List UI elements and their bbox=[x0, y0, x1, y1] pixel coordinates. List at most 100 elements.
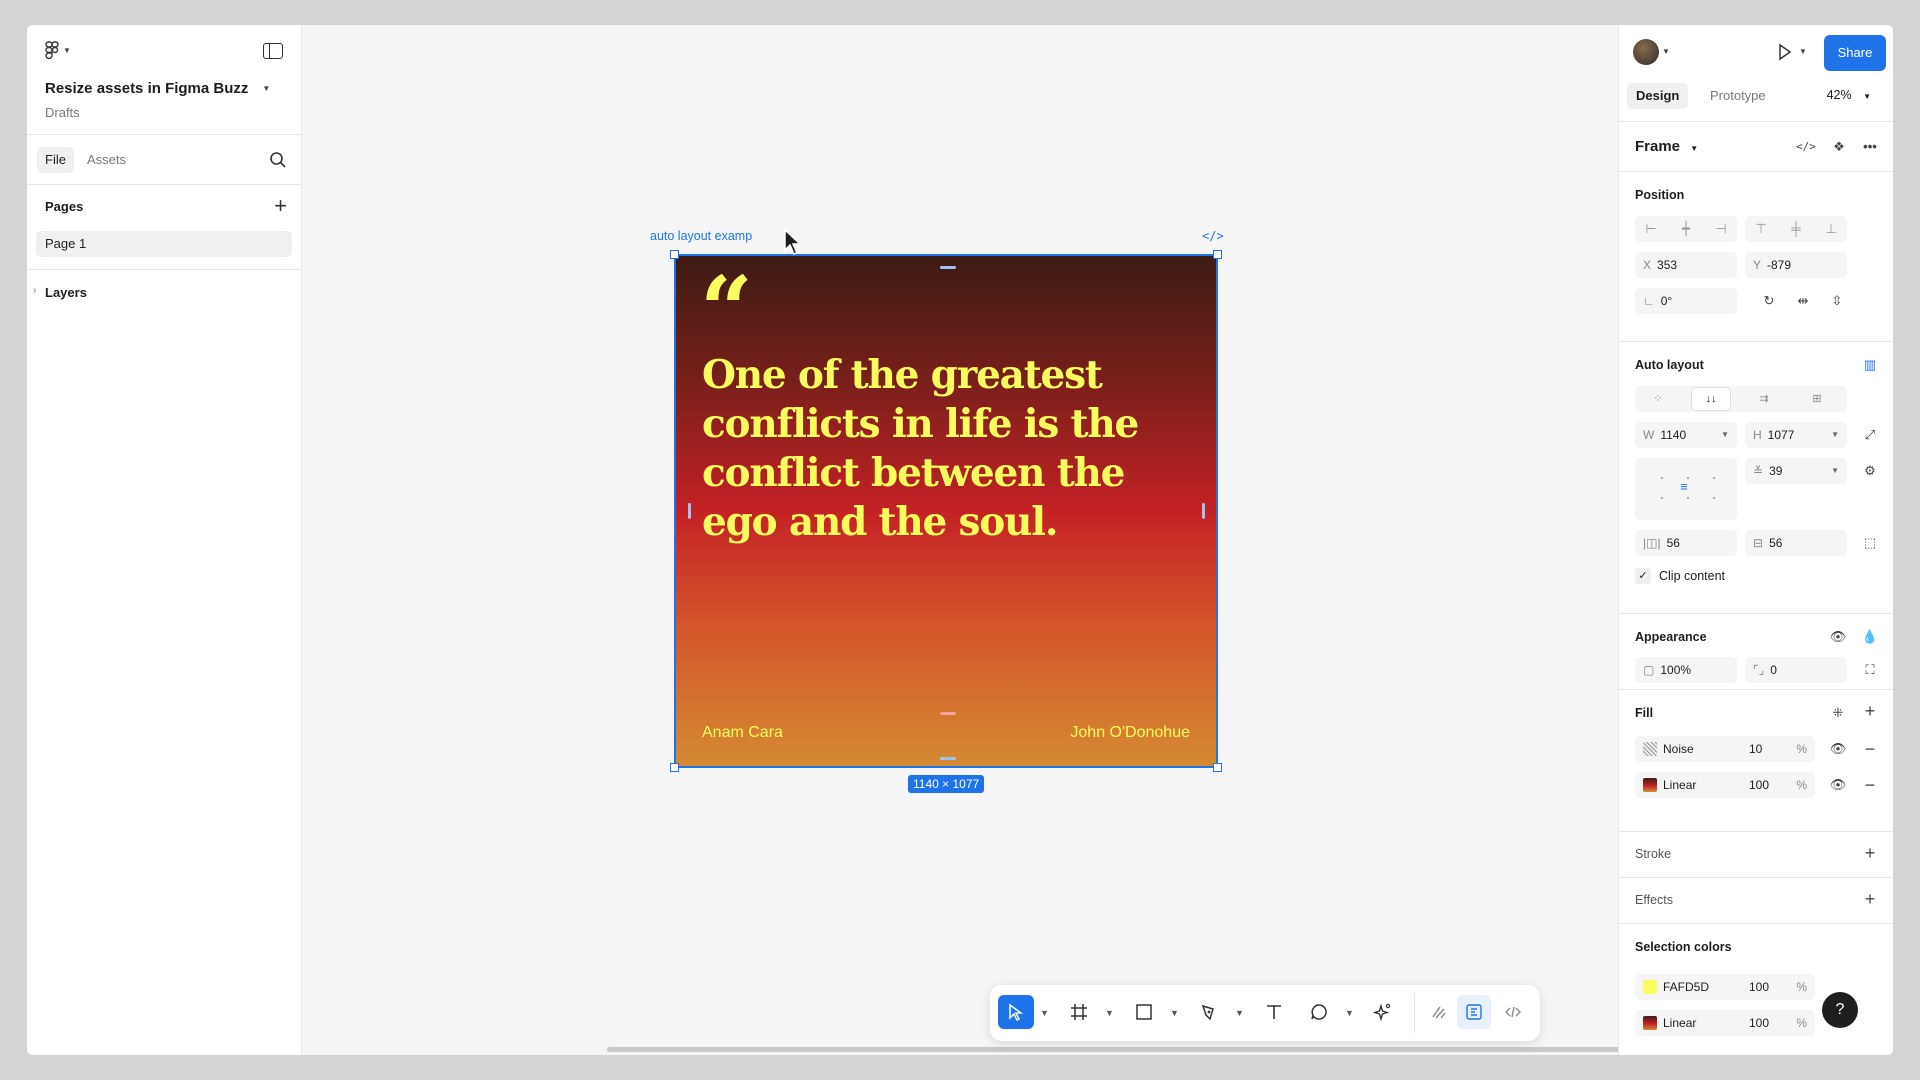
corner-handle-tl[interactable] bbox=[670, 250, 679, 259]
share-button[interactable]: Share bbox=[1824, 35, 1886, 71]
quote-frame[interactable]: “ One of the greatest conflicts in life … bbox=[670, 250, 1222, 772]
flip-horizontal-icon[interactable]: ⇹ bbox=[1793, 291, 1813, 311]
eye-icon[interactable]: 👁 bbox=[1828, 775, 1848, 795]
horizontal-padding-input[interactable]: |◫| 56 bbox=[1635, 530, 1737, 556]
rotation-input[interactable]: ∟ 0° bbox=[1635, 288, 1737, 314]
layers-section[interactable]: › Layers bbox=[27, 269, 301, 309]
flip-vertical-icon[interactable]: ⇳ bbox=[1827, 291, 1847, 311]
align-bottom-icon[interactable]: ⊥ bbox=[1821, 219, 1841, 239]
resize-to-fit-icon[interactable]: ⤢ bbox=[1860, 425, 1880, 445]
add-effect-plus-icon[interactable]: + bbox=[1860, 889, 1880, 909]
search-icon[interactable] bbox=[269, 151, 287, 169]
resize-handle-top[interactable] bbox=[940, 266, 956, 269]
eye-icon[interactable]: 👁 bbox=[1828, 627, 1848, 647]
code-icon[interactable]: </> bbox=[1796, 137, 1816, 157]
chevron-down-icon[interactable]: ▼ bbox=[1040, 1008, 1049, 1018]
styles-grid-icon[interactable]: ⁜ bbox=[1828, 703, 1848, 723]
color-name: Linear bbox=[1663, 1016, 1697, 1030]
height-input[interactable]: H 1077 ▼ bbox=[1745, 422, 1847, 448]
corner-handle-bl[interactable] bbox=[670, 763, 679, 772]
auto-layout-toggle-icon[interactable]: ▥ bbox=[1860, 355, 1880, 375]
resize-handle-left[interactable] bbox=[688, 503, 691, 519]
quote-text[interactable]: One of the greatest conflicts in life is… bbox=[702, 351, 1172, 547]
layout-horizontal-icon[interactable]: ⇉ bbox=[1745, 388, 1783, 410]
width-input[interactable]: W 1140 ▼ bbox=[1635, 422, 1737, 448]
advanced-settings-icon[interactable]: ⚙ bbox=[1860, 461, 1880, 481]
add-fill-plus-icon[interactable]: + bbox=[1860, 701, 1880, 721]
chevron-down-icon[interactable]: ▼ bbox=[1170, 1008, 1179, 1018]
file-location[interactable]: Drafts bbox=[45, 105, 80, 120]
add-page-plus-icon[interactable]: + bbox=[274, 195, 287, 217]
tab-assets[interactable]: Assets bbox=[79, 147, 134, 173]
gap-input[interactable]: ≚ 39 ▼ bbox=[1745, 458, 1847, 484]
fill-noise-row[interactable]: Noise 10 % bbox=[1635, 736, 1815, 762]
corner-handle-tr[interactable] bbox=[1213, 250, 1222, 259]
opacity-input[interactable]: ▢ 100% bbox=[1635, 657, 1737, 683]
align-middle-icon[interactable]: ╪ bbox=[1786, 219, 1806, 239]
more-options-icon[interactable]: ••• bbox=[1860, 137, 1880, 157]
sidebar-toggle-icon[interactable] bbox=[263, 43, 283, 59]
design-mode-button[interactable] bbox=[1457, 995, 1491, 1029]
corner-handle-br[interactable] bbox=[1213, 763, 1222, 772]
tab-file[interactable]: File bbox=[37, 147, 74, 173]
actions-tool-button[interactable] bbox=[1370, 999, 1396, 1025]
individual-padding-icon[interactable]: ⬚ bbox=[1860, 533, 1880, 553]
chevron-down-icon[interactable]: ▼ bbox=[1105, 1008, 1114, 1018]
align-right-icon[interactable]: ⊣ bbox=[1711, 219, 1731, 239]
code-icon[interactable]: </> bbox=[1202, 229, 1224, 243]
help-button[interactable]: ? bbox=[1822, 992, 1858, 1028]
vertical-padding-input[interactable]: ⊟ 56 bbox=[1745, 530, 1847, 556]
blend-mode-icon[interactable]: 💧 bbox=[1860, 627, 1880, 647]
footer-author[interactable]: John O'Donohue bbox=[1070, 724, 1190, 742]
play-icon[interactable] bbox=[1778, 43, 1792, 61]
file-name[interactable]: Resize assets in Figma Buzz ▼ bbox=[45, 80, 270, 97]
draw-mode-button[interactable] bbox=[1426, 999, 1452, 1025]
dev-mode-button[interactable] bbox=[1500, 999, 1526, 1025]
spacing-handle[interactable] bbox=[940, 712, 956, 715]
move-tool-button[interactable] bbox=[998, 995, 1034, 1029]
tab-design[interactable]: Design bbox=[1627, 83, 1689, 109]
rectangle-tool-button[interactable] bbox=[1131, 999, 1157, 1025]
eye-icon[interactable]: 👁 bbox=[1828, 739, 1848, 759]
frame-type-dropdown[interactable]: Frame ▼ bbox=[1635, 138, 1698, 155]
add-stroke-plus-icon[interactable]: + bbox=[1860, 843, 1880, 863]
zoom-dropdown[interactable]: 42% ▼ bbox=[1827, 88, 1871, 102]
tab-prototype[interactable]: Prototype bbox=[1701, 83, 1775, 109]
clip-content-checkbox[interactable]: ✓ Clip content bbox=[1635, 568, 1725, 584]
chevron-down-icon[interactable]: ▼ bbox=[1799, 47, 1807, 56]
layout-freeform-icon[interactable]: ⁘ bbox=[1639, 388, 1677, 410]
align-left-icon[interactable]: ⊢ bbox=[1641, 219, 1661, 239]
alignment-grid[interactable]: ≡ bbox=[1635, 458, 1737, 520]
chevron-down-icon[interactable]: ▼ bbox=[1662, 47, 1670, 56]
resize-handle-bottom[interactable] bbox=[940, 757, 956, 760]
layout-wrap-icon[interactable]: ⊞ bbox=[1798, 388, 1836, 410]
comment-tool-button[interactable] bbox=[1306, 999, 1332, 1025]
layout-vertical-icon[interactable]: ↓↓ bbox=[1692, 388, 1730, 410]
user-avatar[interactable] bbox=[1633, 39, 1659, 65]
remove-fill-minus-icon[interactable]: − bbox=[1860, 775, 1880, 795]
x-input[interactable]: X 353 bbox=[1635, 252, 1737, 278]
align-top-icon[interactable]: ⊤ bbox=[1751, 219, 1771, 239]
selection-color-row[interactable]: Linear 100 % bbox=[1635, 1010, 1815, 1036]
frame-tool-button[interactable] bbox=[1066, 999, 1092, 1025]
align-center-h-icon[interactable]: ┿ bbox=[1676, 219, 1696, 239]
chevron-down-icon[interactable]: ▼ bbox=[1345, 1008, 1354, 1018]
text-tool-button[interactable] bbox=[1261, 999, 1287, 1025]
corner-radius-input[interactable]: ⌜⌟ 0 bbox=[1745, 657, 1847, 683]
canvas[interactable]: auto layout examp </> “ One of the great… bbox=[302, 25, 1886, 1055]
fill-linear-row[interactable]: Linear 100 % bbox=[1635, 772, 1815, 798]
pen-tool-button[interactable] bbox=[1196, 999, 1222, 1025]
resize-handle-right[interactable] bbox=[1202, 503, 1205, 519]
page-item[interactable]: Page 1 bbox=[36, 231, 292, 257]
main-menu-button[interactable]: ▼ bbox=[45, 41, 71, 59]
selection-color-row[interactable]: FAFD5D 100 % bbox=[1635, 974, 1815, 1000]
frame-name-label[interactable]: auto layout examp bbox=[650, 229, 752, 243]
chevron-down-icon[interactable]: ▼ bbox=[1235, 1008, 1244, 1018]
component-icon[interactable]: ❖ bbox=[1829, 137, 1849, 157]
horizontal-scrollbar[interactable] bbox=[607, 1047, 1747, 1052]
y-input[interactable]: Y -879 bbox=[1745, 252, 1847, 278]
rotate-icon[interactable]: ↻ bbox=[1759, 291, 1779, 311]
expand-corners-icon[interactable]: ⛶ bbox=[1860, 660, 1880, 680]
footer-book-title[interactable]: Anam Cara bbox=[702, 724, 783, 742]
remove-fill-minus-icon[interactable]: − bbox=[1860, 739, 1880, 759]
